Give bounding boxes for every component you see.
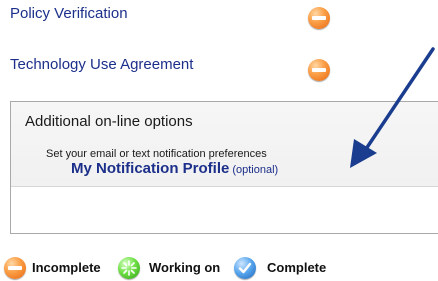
pointer-arrow-icon <box>350 47 435 168</box>
technology-use-agreement-link[interactable]: Technology Use Agreement <box>10 56 193 73</box>
incomplete-status-icon <box>308 7 330 29</box>
notification-description: Set your email or text notification pref… <box>46 148 267 160</box>
optional-note: (optional) <box>232 164 279 176</box>
policy-verification-link[interactable]: Policy Verification <box>10 5 128 22</box>
notification-profile-link[interactable]: My Notification Profile <box>71 160 229 177</box>
blue-check-icon <box>234 257 256 279</box>
incomplete-status-icon <box>308 59 330 81</box>
options-title: Additional on-line options <box>25 113 193 130</box>
notification-profile-line: My Notification Profile (optional) <box>71 160 278 178</box>
legend-label-complete: Complete <box>267 260 327 275</box>
task-row-technology-use-agreement: Technology Use Agreement <box>10 56 370 81</box>
legend-label-incomplete: Incomplete <box>32 260 101 275</box>
orange-minus-icon <box>4 257 26 279</box>
green-spinner-icon <box>118 257 140 279</box>
task-row-policy-verification: Policy Verification <box>10 5 370 29</box>
legend-label-working-on: Working on <box>149 260 221 275</box>
options-inner-panel <box>11 186 438 233</box>
